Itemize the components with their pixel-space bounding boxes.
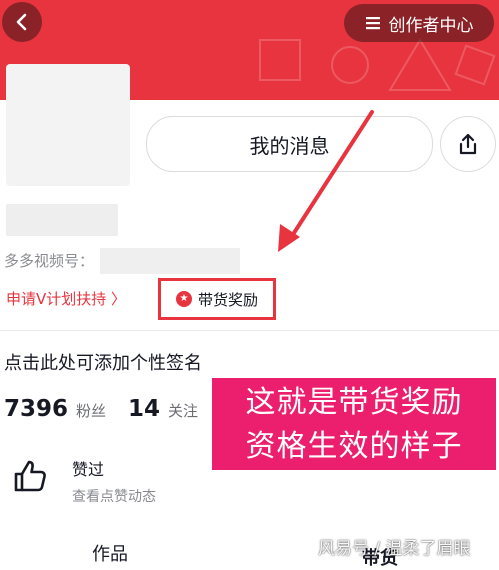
following-label[interactable]: 关注: [168, 400, 198, 421]
annotation-line-1: 这就是带货奖励: [245, 385, 463, 420]
bio-placeholder[interactable]: 点击此处可添加个性签名: [4, 349, 202, 375]
divider: [0, 330, 499, 331]
creator-center-label: 创作者中心: [388, 15, 474, 36]
share-icon: [459, 133, 477, 155]
video-id-label: 多多视频号：: [4, 252, 95, 270]
watermark-text: 风易号 / 温柔了眉眼: [318, 539, 471, 559]
my-messages-button[interactable]: 我的消息: [146, 116, 433, 172]
video-id-redacted: [100, 248, 240, 274]
annotation-overlay: 这就是带货奖励 资格生效的样子: [212, 378, 496, 470]
v-plan-link[interactable]: 申请V计划扶持 〉: [6, 288, 126, 309]
tab-works[interactable]: 作品: [92, 540, 128, 566]
thumbs-up-icon[interactable]: [10, 456, 50, 496]
fans-count[interactable]: 7396: [4, 396, 68, 422]
star-icon: ★: [175, 291, 192, 307]
annotation-line-2: 资格生效的样子: [245, 429, 463, 464]
liked-subtitle[interactable]: 查看点赞动态: [72, 486, 156, 506]
sales-reward-badge[interactable]: ★ 带货奖励: [158, 278, 276, 320]
stats-row: 7396 粉丝 14 关注: [4, 396, 198, 422]
fans-label[interactable]: 粉丝: [76, 400, 106, 421]
my-messages-label: 我的消息: [249, 133, 330, 158]
chevron-left-icon: [16, 13, 27, 31]
following-count[interactable]: 14: [128, 396, 160, 422]
liked-title[interactable]: 赞过: [72, 456, 104, 480]
menu-icon: [365, 17, 380, 30]
share-button[interactable]: [440, 116, 496, 172]
creator-center-button[interactable]: 创作者中心: [344, 4, 494, 42]
back-button[interactable]: [2, 2, 42, 42]
sales-reward-label: 带货奖励: [197, 290, 258, 309]
avatar[interactable]: [6, 64, 130, 186]
username-redacted: [6, 204, 118, 236]
